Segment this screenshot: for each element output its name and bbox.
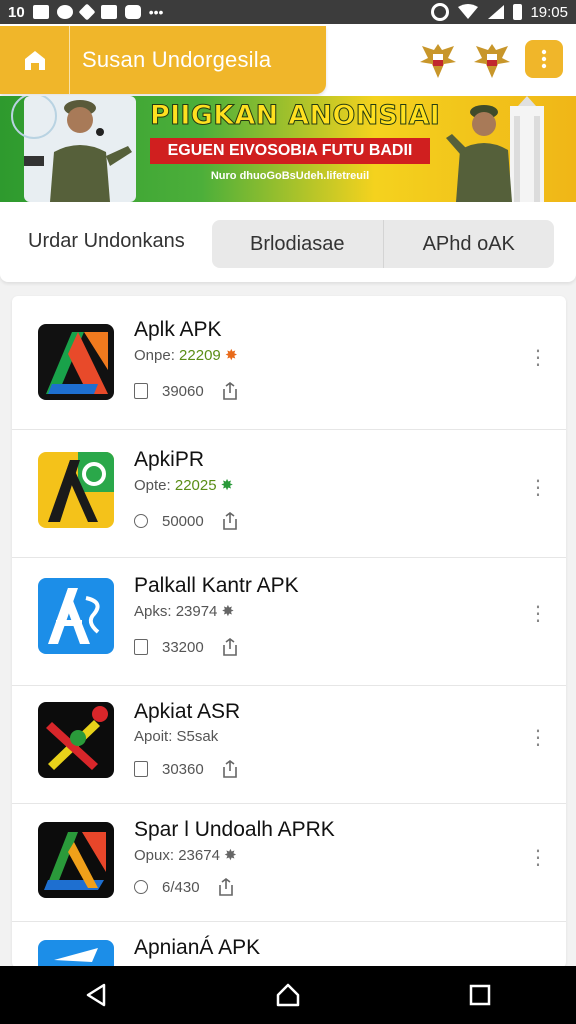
app-bar: Susan Undorgesila xyxy=(0,24,576,96)
app-name: Palkall Kantr APK xyxy=(134,574,299,597)
app-icon-apnian xyxy=(38,940,114,968)
app-size: 39060 xyxy=(162,382,204,400)
item-more-button[interactable]: ⋮ xyxy=(528,728,548,748)
app-icon-palkall xyxy=(38,578,114,654)
badge-icon: ✸ xyxy=(224,847,237,864)
back-triangle-icon[interactable] xyxy=(82,981,110,1009)
app-stats: 50000 xyxy=(134,512,238,530)
system-nav-bar xyxy=(0,966,576,1024)
settings-icon xyxy=(124,5,141,19)
wifi-icon xyxy=(458,4,479,19)
list-item[interactable]: Aplk APK Onpe: 22209 ✸ 39060 ⋮ xyxy=(12,296,566,430)
stop-icon xyxy=(100,5,117,19)
list-item[interactable]: Apkiat ASR Apoit: S5sak 30360 ⋮ xyxy=(12,686,566,804)
clock-icon xyxy=(134,514,148,528)
banner-headline: PIIGKAN ANONSIAI xyxy=(150,100,441,132)
app-name: Apkiat ASR xyxy=(134,700,241,723)
app-meta: Onpe: 22209 ✸ xyxy=(134,347,238,364)
app-size: 30360 xyxy=(162,760,204,778)
vertical-dots-icon xyxy=(541,49,547,69)
list-item[interactable]: ApnianÁ APK xyxy=(12,922,566,968)
file-icon xyxy=(134,639,148,655)
app-meta: Apoit: S5sak xyxy=(134,728,219,745)
app-name: Aplk APK xyxy=(134,318,222,341)
promo-banner[interactable]: PIIGKAN ANONSIAI EGUEN EIVOSOBIA FUTU BA… xyxy=(0,96,576,202)
tab-second[interactable]: Brlodiasae xyxy=(212,220,383,268)
more-icon: ••• xyxy=(148,4,164,20)
home-outline-icon[interactable] xyxy=(274,981,302,1009)
status-bar: 10 ••• 19:05 xyxy=(0,0,576,24)
navigation-icon xyxy=(56,5,73,19)
home-button[interactable] xyxy=(0,26,70,94)
mail-icon xyxy=(32,5,49,19)
overflow-menu-button[interactable] xyxy=(525,40,563,78)
app-size: 33200 xyxy=(162,638,204,656)
tab-third[interactable]: APhd oAK xyxy=(382,220,555,268)
clock-icon xyxy=(134,880,148,894)
signal-icon xyxy=(488,5,505,19)
app-icon-apkiat xyxy=(38,702,114,778)
share-icon[interactable] xyxy=(218,878,234,896)
battery-icon xyxy=(513,4,523,20)
app-stats: 39060 xyxy=(134,382,238,400)
home-icon xyxy=(24,51,45,70)
app-meta: Opte: 22025 ✸ xyxy=(134,477,234,494)
app-name: ApkiPR xyxy=(134,448,205,471)
list-item[interactable]: Palkall Kantr APK Apks: 23974 ✸ 33200 ⋮ xyxy=(12,558,566,686)
banner-small-text: Nuro dhuoGoBsUdeh.lifetreuil xyxy=(210,170,370,182)
recents-square-icon[interactable] xyxy=(466,981,494,1009)
tab-first[interactable]: Urdar Undonkans xyxy=(28,230,185,253)
garuda-emblem-icon xyxy=(420,44,456,78)
app-stats: 30360 xyxy=(134,760,238,778)
garuda-emblem-icon-2 xyxy=(474,44,510,78)
badge-icon: ✸ xyxy=(221,603,235,620)
app-name: ApnianÁ APK xyxy=(134,936,261,959)
share-icon[interactable] xyxy=(222,638,238,656)
app-title: Susan Undorgesila xyxy=(82,47,272,72)
item-more-button[interactable]: ⋮ xyxy=(528,478,548,498)
app-size: 50000 xyxy=(162,512,204,530)
list-item[interactable]: ApkiPR Opte: 22025 ✸ 50000 ⋮ xyxy=(12,430,566,558)
list-item[interactable]: Spar l Undoalh APRK Opux: 23674 ✸ 6/430 … xyxy=(12,804,566,922)
title-pill: Susan Undorgesila xyxy=(0,26,326,94)
app-icon-aplk xyxy=(38,324,114,400)
item-more-button[interactable]: ⋮ xyxy=(528,348,548,368)
app-list: Aplk APK Onpe: 22209 ✸ 39060 ⋮ ApkiPR Op… xyxy=(12,296,566,968)
app-icon-spar xyxy=(38,822,114,898)
alarm-icon xyxy=(431,3,450,21)
file-icon xyxy=(134,761,148,777)
app-name: Spar l Undoalh APRK xyxy=(134,818,335,841)
soldier-right-illustration xyxy=(446,96,544,202)
app-stats: 6/430 xyxy=(134,878,234,896)
category-tabs: Urdar Undonkans Brlodiasae APhd oAK xyxy=(0,202,576,282)
item-more-button[interactable]: ⋮ xyxy=(528,604,548,624)
badge-icon: ✸ xyxy=(220,477,234,494)
tab-segmented-group: Brlodiasae APhd oAK xyxy=(212,220,554,268)
share-icon[interactable] xyxy=(222,382,238,400)
soldier-left-illustration xyxy=(11,96,136,202)
share-icon[interactable] xyxy=(222,512,238,530)
share-icon[interactable] xyxy=(222,760,238,778)
app-icon-apkipr xyxy=(38,452,114,528)
send-icon xyxy=(78,3,96,21)
file-icon xyxy=(134,383,148,399)
app-size: 6/430 xyxy=(162,878,200,896)
badge-icon: ✸ xyxy=(224,347,238,364)
app-meta: Opux: 23674 ✸ xyxy=(134,847,237,864)
status-time: 19:05 xyxy=(530,3,568,21)
item-more-button[interactable]: ⋮ xyxy=(528,848,548,868)
app-stats: 33200 xyxy=(134,638,238,656)
app-meta: Apks: 23974 ✸ xyxy=(134,603,235,620)
status-left-text: 10 xyxy=(8,3,25,21)
banner-subline: EGUEN EIVOSOBIA FUTU BADII xyxy=(150,138,430,164)
